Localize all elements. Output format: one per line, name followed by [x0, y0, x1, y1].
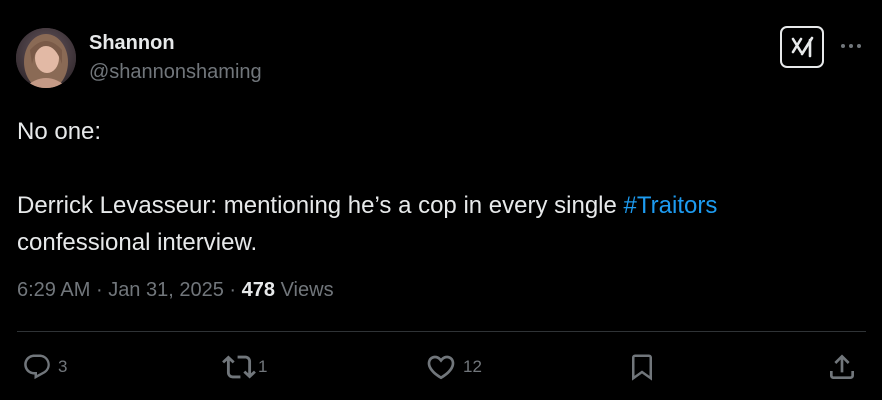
like-button[interactable]: 12	[425, 350, 482, 384]
post-time[interactable]: 6:29 AM	[17, 279, 90, 301]
avatar[interactable]	[16, 28, 76, 88]
repost-count: 1	[258, 357, 268, 376]
like-count: 12	[463, 357, 482, 376]
bookmark-icon	[632, 354, 652, 381]
reply-button[interactable]: 3	[22, 350, 67, 384]
repost-icon	[222, 355, 256, 379]
more-icon	[841, 44, 861, 48]
post-line-2: Derrick Levasseur: mentioning he’s a cop…	[17, 187, 867, 224]
share-button[interactable]	[826, 350, 858, 384]
post-line-2-text: Derrick Levasseur: mentioning he’s a cop…	[17, 192, 624, 219]
views-count: 478	[241, 279, 276, 301]
share-icon	[830, 354, 854, 379]
post-line-1: No one:	[17, 118, 102, 145]
heart-icon	[427, 355, 455, 380]
grok-icon	[791, 36, 814, 58]
grok-button[interactable]	[780, 26, 824, 68]
hashtag-link[interactable]: #Traitors	[624, 192, 718, 219]
bookmark-button[interactable]	[627, 350, 657, 384]
post-meta: 6:29 AM · Jan 31, 2025 · 478 Views	[17, 279, 334, 302]
post-date[interactable]: Jan 31, 2025	[108, 279, 224, 301]
repost-button[interactable]: 1	[222, 350, 267, 384]
views-label: Views	[280, 279, 334, 301]
avatar-image	[16, 28, 76, 88]
post-line-3: confessional interview.	[17, 229, 258, 256]
reply-count: 3	[58, 357, 68, 376]
more-options-button[interactable]	[838, 36, 864, 56]
meta-separator: ·	[229, 279, 237, 301]
author-name[interactable]: Shannon	[89, 32, 175, 55]
meta-separator: ·	[95, 279, 103, 301]
divider	[17, 331, 866, 332]
author-handle[interactable]: @shannonshaming	[89, 61, 262, 84]
post-text: No one: Derrick Levasseur: mentioning he…	[17, 113, 867, 261]
reply-icon	[24, 354, 50, 380]
